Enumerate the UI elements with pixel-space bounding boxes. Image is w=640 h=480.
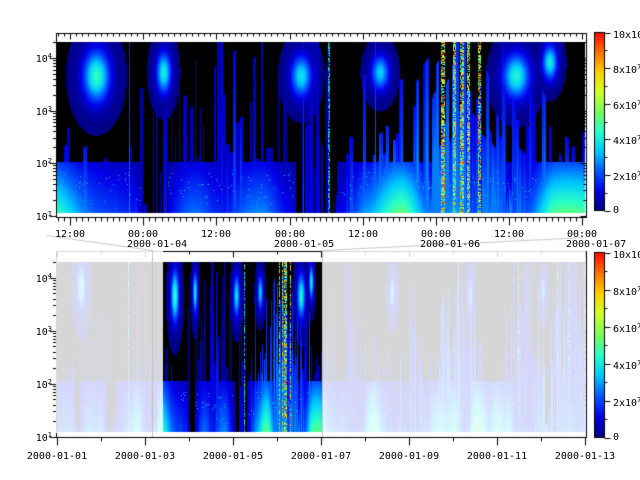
detail-plot-area[interactable] bbox=[56, 33, 586, 218]
selection-left-handle[interactable] bbox=[149, 250, 157, 438]
spectrogram-viewer-window: 10110210310410110210310412:0000:002000-0… bbox=[0, 0, 640, 480]
selection-right-handle[interactable] bbox=[318, 250, 326, 438]
selection-region[interactable] bbox=[157, 250, 318, 438]
detail-colorbar bbox=[594, 32, 618, 211]
overview-colorbar bbox=[594, 252, 618, 439]
